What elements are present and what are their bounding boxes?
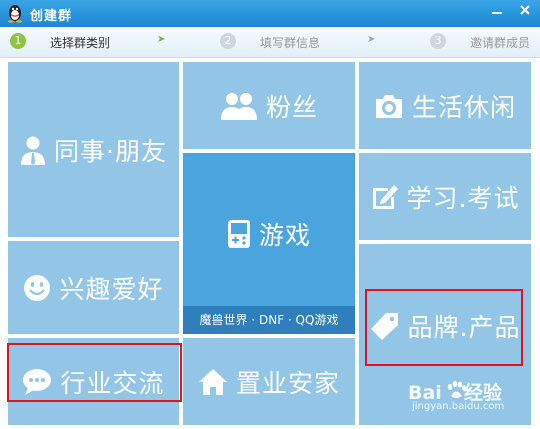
smiley-icon — [23, 274, 51, 302]
tile-label: 品牌.产品 — [407, 313, 521, 342]
tile-label: 同事·朋友 — [54, 136, 167, 166]
tile-study-exam[interactable]: 学习.考试 — [359, 153, 531, 240]
tile-label: 置业安家 — [235, 368, 340, 398]
watermark-url: jingyan.baidu.com — [412, 401, 505, 412]
step-arrow-icon: ➤ — [157, 34, 166, 45]
tile-label: 学习.考试 — [406, 183, 520, 213]
brand-row: 品牌.产品 — [370, 308, 521, 344]
games-subtitle: 魔兽世界 · DNF · QQ游戏 — [183, 306, 355, 334]
minimize-icon — [492, 12, 502, 14]
tile-hobbies[interactable]: 兴趣爱好 — [8, 241, 179, 334]
step-progress-bar: 1 选择群类别 ➤ 2 填写群信息 ➤ 3 邀请群成员 — [0, 27, 540, 58]
step-number: 1 — [10, 33, 26, 49]
tile-label: 兴趣爱好 — [59, 274, 164, 304]
games-row: 游戏 — [227, 216, 311, 252]
tile-label: 行业交流 — [60, 368, 165, 398]
tile-label: 粉丝 — [265, 92, 318, 122]
baidu-paw-icon — [447, 381, 466, 398]
tile-fans[interactable]: 粉丝 — [183, 62, 355, 149]
person-icon — [20, 135, 46, 165]
close-button[interactable] — [512, 0, 538, 20]
gamepad-icon — [227, 219, 251, 249]
tile-games[interactable]: 游戏 魔兽世界 · DNF · QQ游戏 — [183, 153, 355, 334]
tile-label: 游戏 — [258, 220, 311, 250]
step-number: 2 — [220, 33, 236, 49]
window-title: 创建群 — [30, 9, 73, 24]
camera-icon — [374, 93, 404, 119]
pencil-edit-icon — [371, 183, 399, 211]
tile-industry-exchange[interactable]: 行业交流 — [8, 338, 179, 425]
tile-real-estate[interactable]: 置业安家 — [183, 338, 355, 425]
step-arrow-icon: ➤ — [367, 34, 376, 45]
step-number: 3 — [430, 33, 446, 49]
chat-bubble-icon — [22, 368, 52, 396]
tile-colleague-friend[interactable]: 同事·朋友 — [8, 62, 179, 237]
people-group-icon — [220, 92, 258, 120]
qq-penguin-icon — [8, 5, 22, 23]
category-grid: 同事·朋友 兴趣爱好 行业交流 粉丝 游戏 魔兽世界 · DNF · QQ游戏 … — [0, 58, 540, 429]
tile-label: 生活休闲 — [411, 92, 516, 122]
house-icon — [198, 368, 228, 396]
step-label: 填写群信息 — [260, 36, 321, 50]
close-icon — [520, 5, 530, 15]
tag-icon — [370, 311, 400, 341]
minimize-button[interactable] — [484, 0, 510, 20]
step-label: 邀请群成员 — [470, 36, 531, 50]
tile-life-leisure[interactable]: 生活休闲 — [359, 62, 531, 149]
step-label: 选择群类别 — [50, 36, 111, 50]
title-bar: 创建群 — [0, 0, 540, 27]
